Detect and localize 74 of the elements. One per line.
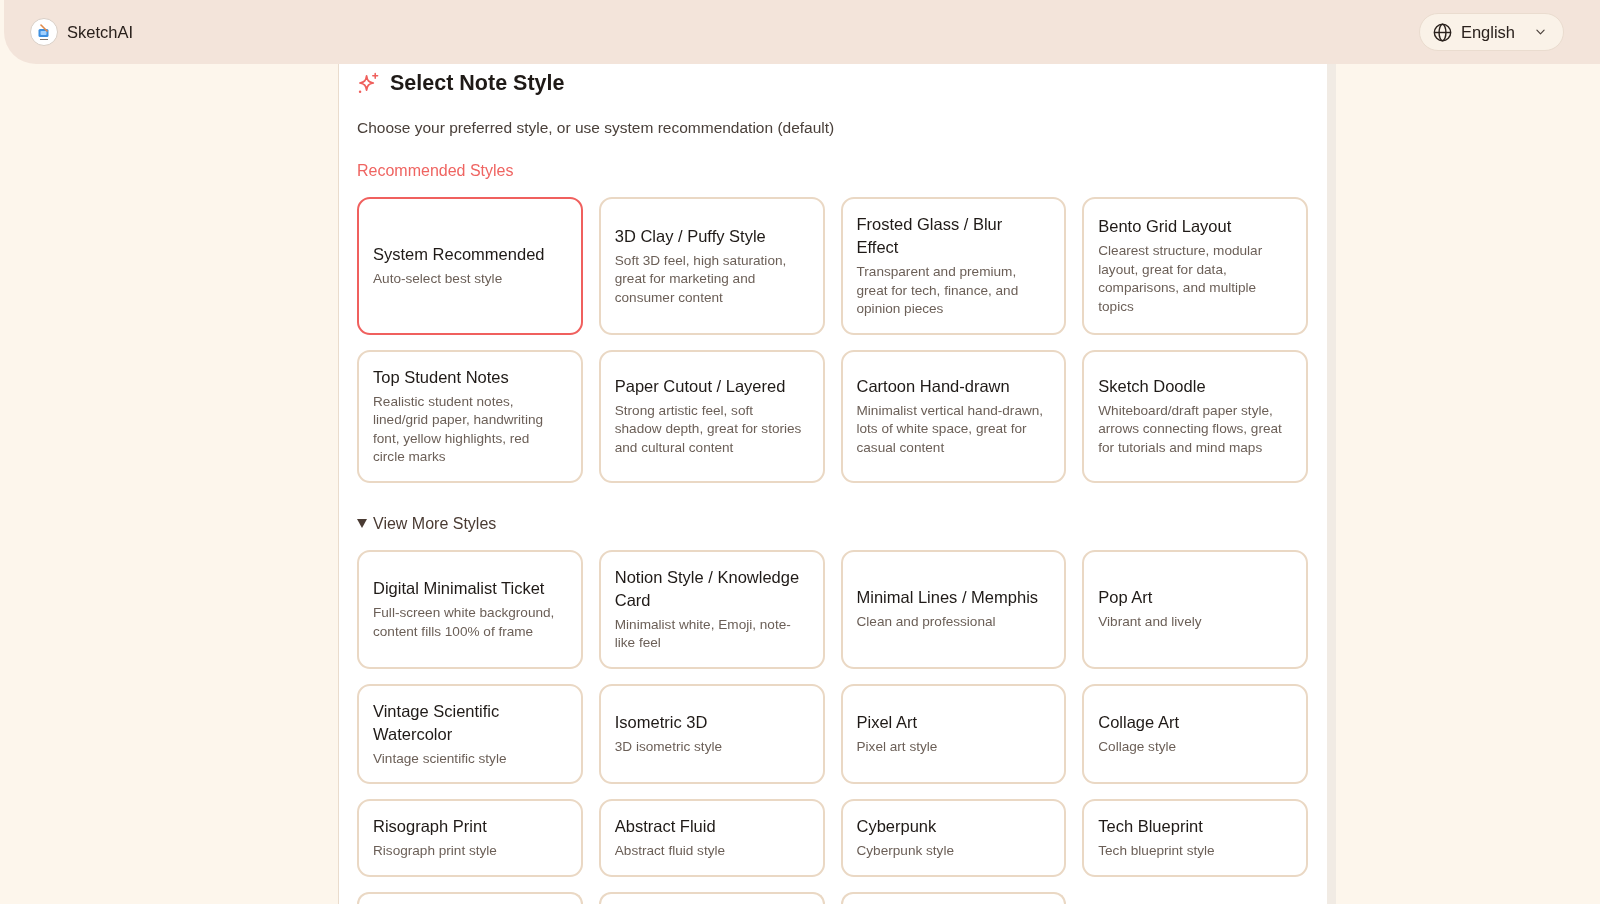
style-title: Risograph Print <box>373 816 488 837</box>
style-card[interactable]: Minimal Lines / Memphis Clean and professional <box>840 549 1067 669</box>
style-card[interactable]: Sketch Doodle Whiteboard/draft paper style, arrows connecting flows, great for tutorials and mind maps <box>1082 349 1308 483</box>
style-title: Cartoon Hand-drawn <box>856 375 1011 397</box>
view-more-toggle[interactable]: View More Styles <box>357 512 497 535</box>
app-logo-icon <box>30 18 58 46</box>
style-card[interactable]: System Recommended Auto-select best style <box>357 197 583 335</box>
style-description: Vintage scientific style <box>373 749 508 768</box>
style-description: Cyberpunk style <box>856 842 955 860</box>
style-description: Vibrant and lively <box>1098 613 1203 632</box>
style-card[interactable]: Paper Cutout / Layered Strong artistic feel, soft shadow depth, great for stories and cultural content <box>598 349 825 483</box>
style-title: 3D Clay / Puffy Style <box>614 225 767 247</box>
style-title: Paper Cutout / Layered <box>614 375 787 397</box>
style-description: Pixel art style <box>856 738 939 756</box>
style-card[interactable]: Digital Minimalist Ticket Full-screen white background, content fills 100% of frame <box>357 549 583 669</box>
style-card[interactable]: Vintage Scientific Watercolor Vintage scientific style <box>357 683 583 784</box>
style-card[interactable]: Top Student Notes Realistic student notes, lined/grid paper, handwriting font, yellow highlights, red circle marks <box>357 349 583 483</box>
globe-icon <box>1432 22 1452 42</box>
style-card[interactable]: Abstract Fluid Abstract fluid style <box>598 799 825 877</box>
style-description: Auto-select best style <box>373 270 504 288</box>
style-title: Notion Style / Knowledge Card <box>614 566 801 611</box>
style-title: Frosted Glass / Blur Effect <box>856 214 1004 258</box>
style-title: Pop Art <box>1098 587 1154 609</box>
style-description: 3D isometric style <box>614 738 723 756</box>
style-title: Collage Art <box>1098 712 1180 733</box>
style-title: Digital Minimalist Ticket <box>373 578 546 599</box>
style-card[interactable]: Cartoon Hand-drawn Minimalist vertical hand-drawn, lots of white space, great for casual content <box>840 349 1067 483</box>
style-description: Soft 3D feel, high saturation, great for marketing and consumer content <box>614 251 788 307</box>
style-title: Cyberpunk <box>856 816 938 837</box>
style-title: Sketch Doodle <box>1098 375 1207 397</box>
style-card[interactable]: Collage Art Collage style <box>1082 683 1308 784</box>
style-description: Tech blueprint style <box>1098 842 1216 860</box>
style-card[interactable]: Tech Blueprint Tech blueprint style <box>1082 799 1308 877</box>
language-selector[interactable]: English <box>1418 13 1564 51</box>
style-card[interactable] <box>840 891 1067 904</box>
style-description: Risograph print style <box>373 842 498 860</box>
style-card[interactable]: Bento Grid Layout Clearest structure, modular layout, great for data, comparisons, and multiple topics <box>1082 197 1308 335</box>
style-card[interactable]: Notion Style / Knowledge Card Minimalist white, Emoji, note-like feel <box>598 549 825 669</box>
triangle-down-icon <box>357 519 367 528</box>
style-card[interactable]: 3D Clay / Puffy Style Soft 3D feel, high saturation, great for marketing and consumer content <box>598 197 825 335</box>
style-description: Realistic student notes, lined/grid paper, handwriting font, yellow highlights, red circle marks <box>373 392 545 466</box>
style-card[interactable]: Risograph Print Risograph print style <box>357 799 583 877</box>
style-description: Full-screen white background, content fills 100% of frame <box>373 604 556 641</box>
style-card[interactable] <box>598 891 825 904</box>
style-title: Minimal Lines / Memphis <box>856 587 1040 609</box>
style-title: Bento Grid Layout <box>1098 216 1233 238</box>
panel-title: Select Note Style <box>390 70 565 96</box>
style-title: Vintage Scientific Watercolor <box>373 700 501 745</box>
style-description: Strong artistic feel, soft shadow depth, great for stories and cultural content <box>614 401 803 457</box>
style-description: Collage style <box>1098 738 1178 756</box>
style-title: Abstract Fluid <box>614 816 717 837</box>
style-description: Clean and professional <box>856 613 997 632</box>
style-title: Isometric 3D <box>614 712 709 733</box>
style-card[interactable]: Isometric 3D 3D isometric style <box>598 683 825 784</box>
chevron-down-icon <box>1536 29 1545 35</box>
style-description: Minimalist white, Emoji, note-like feel <box>614 615 792 652</box>
panel-subtitle: Choose your preferred style, or use system recommendation (default) <box>357 118 836 138</box>
style-description: Clearest structure, modular layout, great for data, comparisons, and multiple topics <box>1098 242 1264 316</box>
style-card[interactable] <box>357 891 583 904</box>
style-description: Minimalist vertical hand-drawn, lots of white space, great for casual content <box>856 401 1045 457</box>
section-heading: Recommended Styles <box>357 161 515 181</box>
style-card[interactable]: Cyberpunk Cyberpunk style <box>840 799 1067 877</box>
style-title: Top Student Notes <box>373 366 510 388</box>
style-title: Pixel Art <box>856 712 919 733</box>
sparkle-icon <box>357 71 380 95</box>
style-card[interactable]: Pixel Art Pixel art style <box>840 683 1067 784</box>
app-name: SketchAI <box>67 22 134 42</box>
style-title: System Recommended <box>373 244 546 265</box>
style-description: Transparent and premium, great for tech, finance, and opinion pieces <box>856 263 1020 318</box>
style-description: Whiteboard/draft paper style, arrows connecting flows, great for tutorials and mind maps <box>1098 401 1283 457</box>
style-card[interactable]: Pop Art Vibrant and lively <box>1082 549 1308 669</box>
style-description: Abstract fluid style <box>614 842 727 860</box>
style-card[interactable]: Frosted Glass / Blur Effect Transparent and premium, great for tech, finance, and opinion pieces <box>840 197 1067 335</box>
style-title: Tech Blueprint <box>1098 816 1204 837</box>
